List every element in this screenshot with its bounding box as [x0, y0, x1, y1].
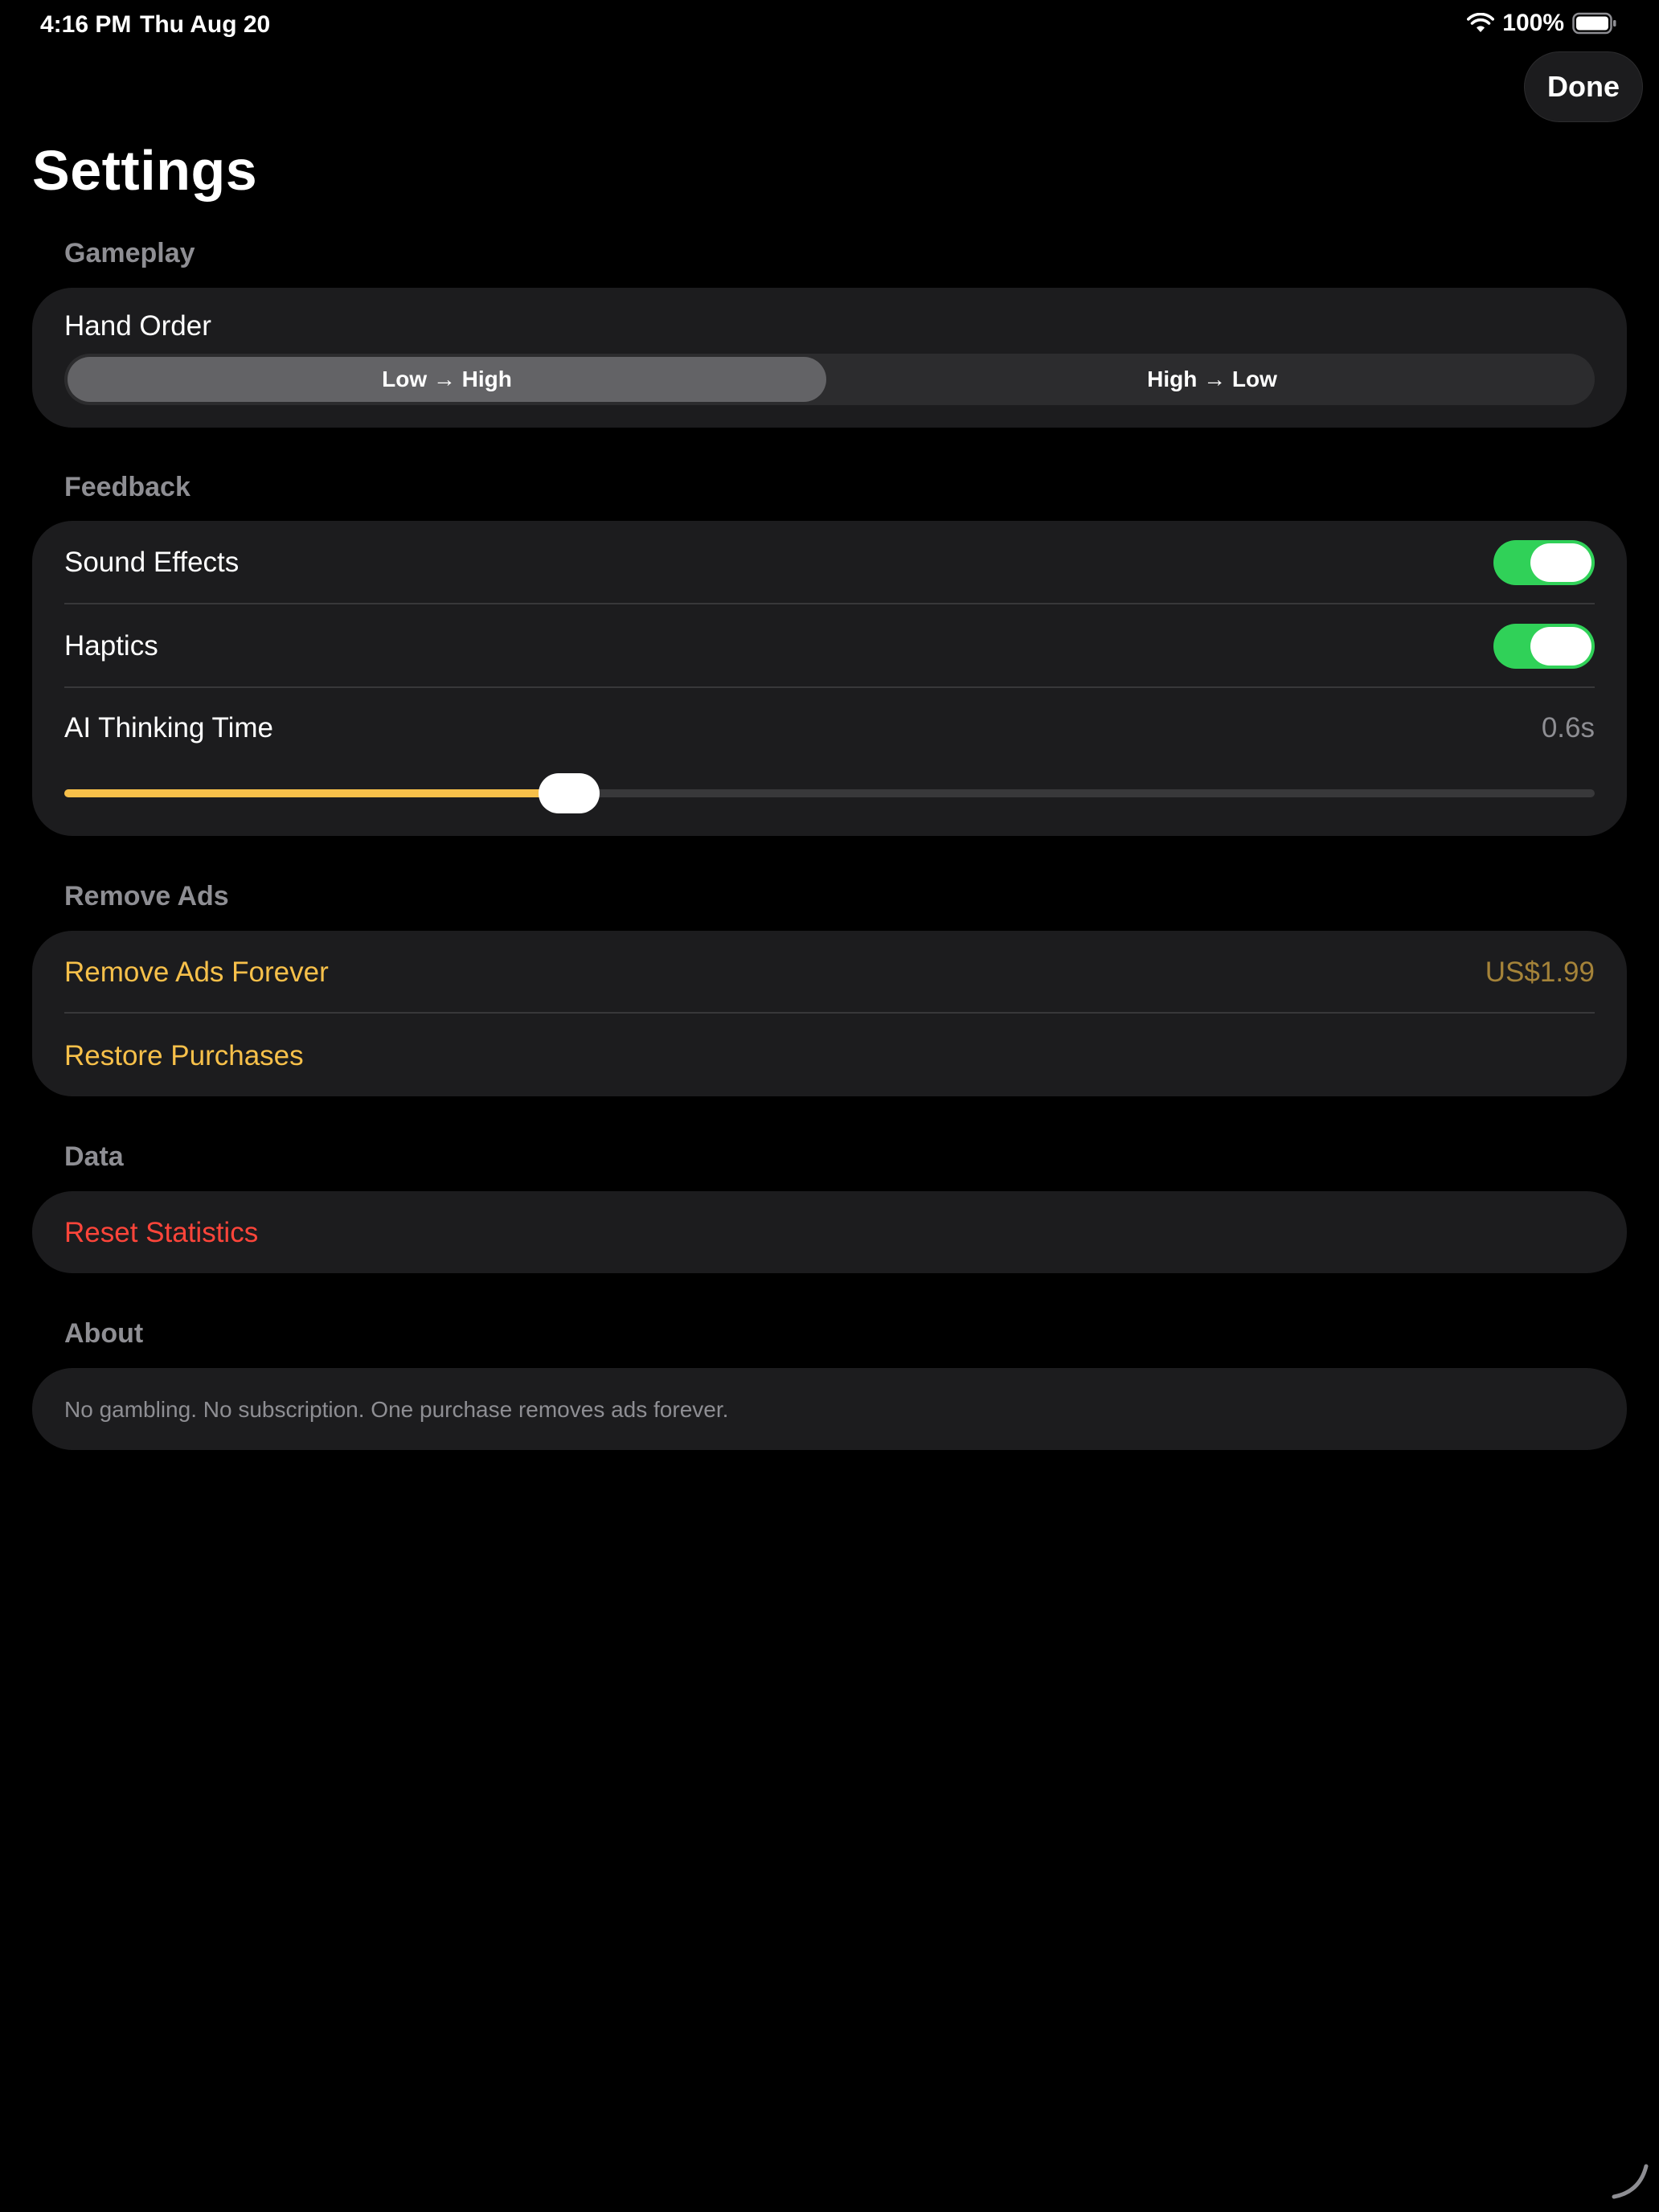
status-bar: 4:16 PM Thu Aug 20 100%	[0, 0, 1659, 51]
row-divider	[64, 686, 1595, 688]
remove-ads-price: US$1.99	[1485, 956, 1595, 988]
section-header-remove-ads: Remove Ads	[64, 881, 229, 911]
remove-ads-forever-button[interactable]: Remove Ads Forever	[64, 956, 329, 989]
data-card: Reset Statistics	[32, 1191, 1627, 1273]
row-divider	[64, 1012, 1595, 1014]
hand-order-segmented-control: Low → High High → Low	[64, 354, 1595, 405]
section-header-about: About	[64, 1318, 144, 1349]
status-time: 4:16 PM	[40, 11, 132, 38]
done-button[interactable]: Done	[1524, 51, 1643, 122]
slider-fill	[64, 789, 570, 797]
ai-thinking-time-value: 0.6s	[1541, 712, 1595, 743]
section-header-feedback: Feedback	[64, 472, 190, 502]
status-date: Thu Aug 20	[140, 11, 271, 38]
restore-purchases-button[interactable]: Restore Purchases	[64, 1040, 304, 1072]
ai-thinking-time-label: AI Thinking Time	[64, 712, 274, 743]
segment-low-high[interactable]: Low → High	[68, 357, 826, 402]
battery-percent: 100%	[1502, 10, 1564, 36]
about-text: No gambling. No subscription. One purcha…	[64, 1397, 729, 1422]
toggle-knob	[1530, 627, 1591, 666]
page-title: Settings	[32, 139, 258, 202]
toggle-knob	[1530, 543, 1591, 582]
section-header-gameplay: Gameplay	[64, 238, 195, 268]
about-card: No gambling. No subscription. One purcha…	[32, 1368, 1627, 1450]
settings-screen: 4:16 PM Thu Aug 20 100% Done Settings Ga…	[0, 0, 1659, 2212]
gameplay-card: Hand Order Low → High High → Low	[32, 288, 1627, 428]
ai-thinking-time-slider[interactable]	[64, 773, 1595, 813]
battery-icon	[1572, 12, 1617, 35]
haptics-toggle[interactable]	[1493, 624, 1595, 669]
remove-ads-card: Remove Ads Forever US$1.99 Restore Purch…	[32, 931, 1627, 1096]
feedback-card: Sound Effects Haptics AI Thinking Time 0…	[32, 521, 1627, 836]
resize-handle-icon[interactable]	[1611, 2160, 1653, 2206]
wifi-icon	[1467, 13, 1495, 34]
haptics-label: Haptics	[64, 630, 158, 662]
reset-statistics-button[interactable]: Reset Statistics	[64, 1217, 258, 1249]
segment-high-low[interactable]: High → Low	[833, 357, 1591, 402]
status-right: 100%	[1467, 10, 1617, 37]
hand-order-label: Hand Order	[64, 310, 211, 342]
sound-effects-toggle[interactable]	[1493, 540, 1595, 585]
sound-effects-label: Sound Effects	[64, 547, 240, 578]
section-header-data: Data	[64, 1141, 124, 1172]
row-divider	[64, 603, 1595, 604]
slider-thumb[interactable]	[539, 773, 600, 813]
